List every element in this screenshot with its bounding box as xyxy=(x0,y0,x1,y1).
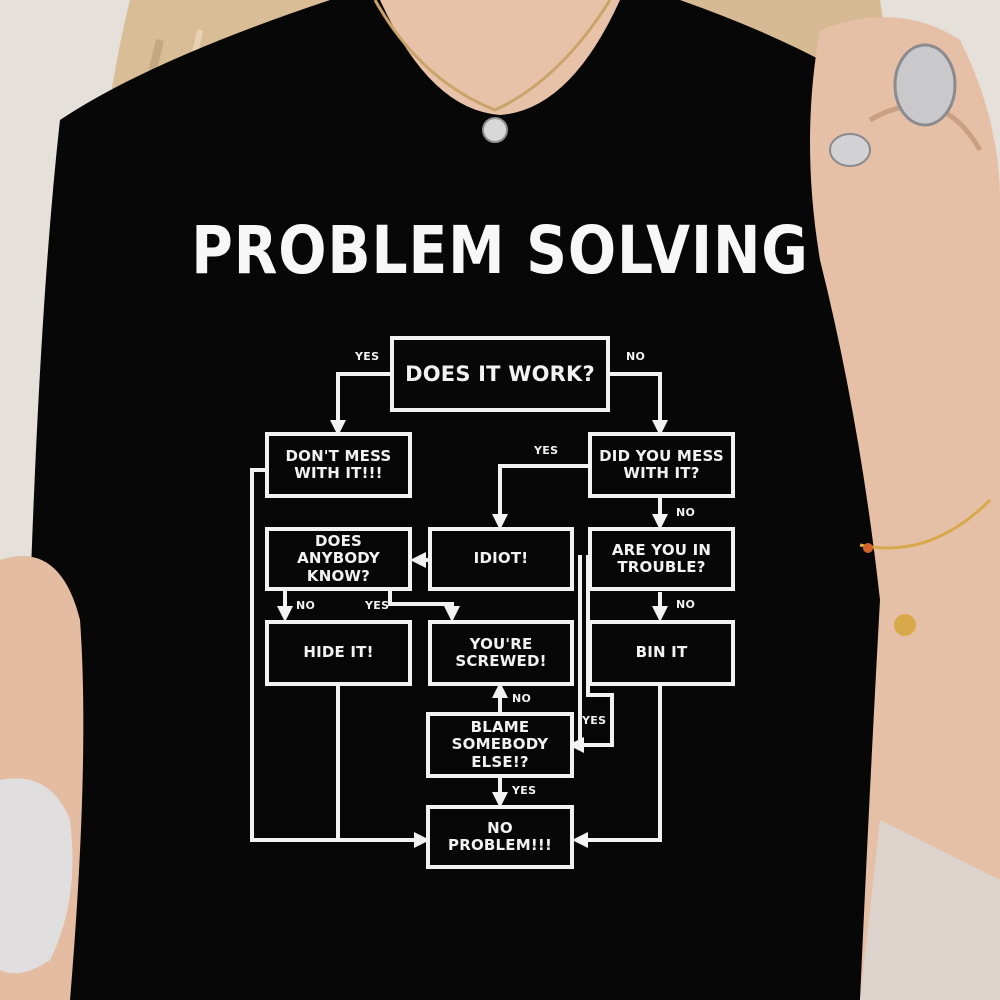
label-mess-yes: YES xyxy=(534,444,559,457)
node-no-problem: NO PROBLEM!!! xyxy=(426,805,574,869)
node-dont-mess-with-it: DON'T MESS WITH IT!!! xyxy=(265,432,412,498)
node-idiot: IDIOT! xyxy=(428,527,574,591)
node-youre-screwed: YOU'RE SCREWED! xyxy=(428,620,574,686)
label-know-yes: YES xyxy=(365,599,390,612)
label-work-no: NO xyxy=(626,350,646,363)
label-trouble-yes: YES xyxy=(582,714,607,727)
node-bin-it: BIN IT xyxy=(588,620,735,686)
label-work-yes: YES xyxy=(355,350,380,363)
label-blame-yes: YES xyxy=(512,784,537,797)
label-know-no: NO xyxy=(296,599,316,612)
node-does-it-work: DOES IT WORK? xyxy=(390,336,610,412)
label-mess-no: NO xyxy=(676,506,696,519)
node-blame-somebody-else: BLAME SOMEBODY ELSE!? xyxy=(426,712,574,778)
photo-scene: PROBLEM SOLVING DOES IT WORK? DON'T MESS… xyxy=(0,0,1000,1000)
label-blame-no: NO xyxy=(512,692,532,705)
node-does-anybody-know: DOES ANYBODY KNOW? xyxy=(265,527,412,591)
node-are-you-in-trouble: ARE YOU IN TROUBLE? xyxy=(588,527,735,591)
label-trouble-no: NO xyxy=(676,598,696,611)
node-did-you-mess-with-it: DID YOU MESS WITH IT? xyxy=(588,432,735,498)
node-hide-it: HIDE IT! xyxy=(265,620,412,686)
